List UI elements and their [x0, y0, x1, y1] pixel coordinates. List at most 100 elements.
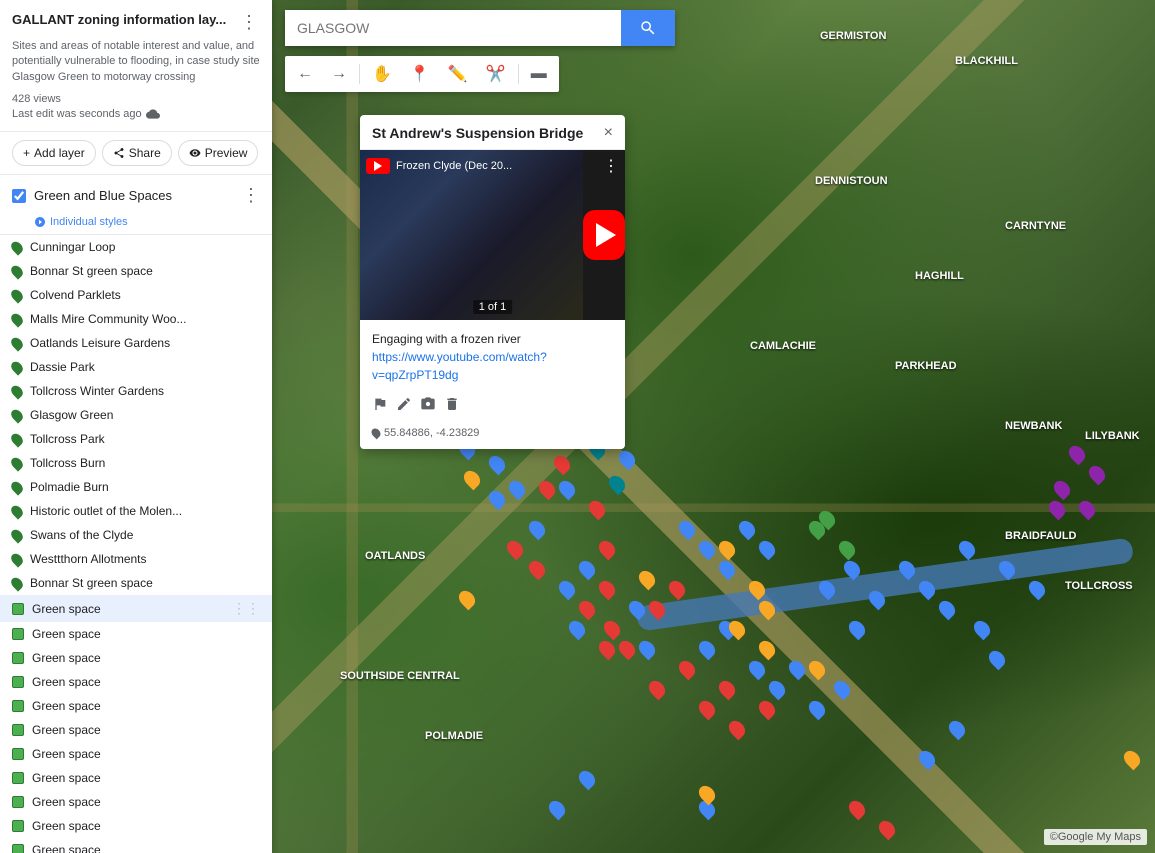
item-icon-square: [12, 748, 24, 760]
item-icon-square: [12, 652, 24, 664]
popup-link[interactable]: https://www.youtube.com/watch?v=qpZrpPT1…: [372, 350, 547, 382]
item-icon-pin: [9, 479, 25, 495]
layer-header: Green and Blue Spaces ⋮: [0, 175, 272, 216]
search-input[interactable]: [285, 10, 621, 46]
list-item[interactable]: Green space: [0, 670, 272, 694]
video-top-bar: Frozen Clyde (Dec 20... ⋮: [366, 156, 619, 176]
list-item[interactable]: Tollcross Park: [0, 427, 272, 451]
toolbar-draw-btn[interactable]: ✏️: [440, 60, 476, 88]
sidebar-views-row: 428 views: [12, 93, 260, 105]
item-icon-square: [12, 700, 24, 712]
popup-flag-button[interactable]: [372, 396, 388, 417]
list-item[interactable]: Glasgow Green: [0, 403, 272, 427]
list-item-selected[interactable]: Green space ⋮⋮: [0, 595, 272, 622]
drag-handle-icon[interactable]: ⋮⋮: [232, 600, 260, 617]
list-item[interactable]: Tollcross Burn: [0, 451, 272, 475]
preview-button[interactable]: Preview: [178, 140, 259, 166]
cloud-icon: [146, 107, 160, 121]
sidebar: GALLANT zoning information lay... ⋮ Site…: [0, 0, 272, 853]
sidebar-more-button[interactable]: ⋮: [238, 12, 260, 33]
list-item[interactable]: Tollcross Winter Gardens: [0, 379, 272, 403]
toolbar-marker-btn[interactable]: 📍: [402, 60, 438, 88]
toolbar-fwd-btn[interactable]: →: [323, 61, 355, 87]
sidebar-header: GALLANT zoning information lay... ⋮ Site…: [0, 0, 272, 132]
list-item[interactable]: Polmadie Burn: [0, 475, 272, 499]
sidebar-last-edit: Last edit was seconds ago: [12, 108, 142, 120]
list-item[interactable]: Green space: [0, 718, 272, 742]
popup-delete-button[interactable]: [444, 396, 460, 417]
item-icon-pin: [9, 383, 25, 399]
add-layer-button[interactable]: + Add layer: [12, 140, 96, 166]
toolbar-separator-1: [359, 64, 360, 84]
sidebar-title: GALLANT zoning information lay...: [12, 12, 230, 29]
item-icon-square: [12, 628, 24, 640]
popup-close-button[interactable]: ×: [604, 125, 613, 141]
sidebar-edit-row: Last edit was seconds ago: [12, 107, 260, 121]
toolbar-hand-btn[interactable]: ✋: [364, 60, 400, 88]
list-item[interactable]: Green space: [0, 694, 272, 718]
popup-camera-button[interactable]: [420, 396, 436, 417]
play-triangle-icon: [596, 223, 616, 247]
item-icon-pin: [9, 575, 25, 591]
layer-more-button[interactable]: ⋮: [242, 185, 260, 206]
youtube-logo: [366, 158, 390, 174]
item-icon-square: [12, 820, 24, 832]
popup-edit-button[interactable]: [396, 396, 412, 417]
layer-style[interactable]: Individual styles: [0, 216, 272, 234]
layer-section: Green and Blue Spaces ⋮ Individual style…: [0, 175, 272, 235]
sidebar-title-row: GALLANT zoning information lay... ⋮: [12, 12, 260, 33]
item-icon-pin: [9, 455, 25, 471]
map-toolbar: ← → ✋ 📍 ✏️ ✂️ ▬: [285, 56, 559, 92]
toolbar-ruler-btn[interactable]: ▬: [523, 61, 555, 87]
search-input-wrap: [285, 10, 675, 46]
video-play-button[interactable]: [583, 210, 625, 260]
list-item[interactable]: Swans of the Clyde: [0, 523, 272, 547]
list-item[interactable]: Green space: [0, 790, 272, 814]
sidebar-views: 428 views: [12, 93, 61, 105]
list-item[interactable]: Green space: [0, 838, 272, 853]
layer-checkbox[interactable]: [12, 189, 26, 203]
video-title: Frozen Clyde (Dec 20...: [396, 160, 597, 172]
list-item[interactable]: Green space: [0, 814, 272, 838]
item-icon-square: [12, 603, 24, 615]
video-counter: 1 of 1: [473, 300, 513, 314]
list-item[interactable]: Green space: [0, 646, 272, 670]
video-more-button[interactable]: ⋮: [603, 156, 619, 176]
list-item[interactable]: Cunningar Loop: [0, 235, 272, 259]
layer-style-label: Individual styles: [50, 216, 128, 228]
item-icon-pin: [9, 407, 25, 423]
item-icon-pin: [9, 335, 25, 351]
item-icon-pin: [9, 527, 25, 543]
trash-icon: [444, 396, 460, 412]
popup-actions: [360, 390, 625, 423]
camera-icon: [420, 396, 436, 412]
flag-icon: [372, 396, 388, 412]
sidebar-meta: 428 views Last edit was seconds ago: [12, 93, 260, 121]
youtube-play-icon: [374, 161, 382, 171]
item-icon-pin: [9, 263, 25, 279]
list-item[interactable]: Oatlands Leisure Gardens: [0, 331, 272, 355]
list-item[interactable]: Colvend Parklets: [0, 283, 272, 307]
list-item[interactable]: Green space: [0, 766, 272, 790]
toolbar-separator-2: [518, 64, 519, 84]
popup-video-area[interactable]: Frozen Clyde (Dec 20... ⋮ 1 of 1: [360, 150, 625, 320]
list-item[interactable]: Dassie Park: [0, 355, 272, 379]
toolbar-back-btn[interactable]: ←: [289, 61, 321, 87]
sidebar-actions: + Add layer Share Preview: [0, 132, 272, 175]
list-item[interactable]: Green space: [0, 742, 272, 766]
list-item[interactable]: Westtthorn Allotments: [0, 547, 272, 571]
list-item[interactable]: Bonnar St green space: [0, 259, 272, 283]
share-button[interactable]: Share: [102, 140, 172, 166]
list-item[interactable]: Green space: [0, 622, 272, 646]
search-icon: [639, 19, 657, 37]
item-icon-pin: [9, 239, 25, 255]
popup-header: St Andrew's Suspension Bridge ×: [360, 115, 625, 150]
search-button[interactable]: [621, 10, 675, 46]
layer-items-list: Cunningar Loop Bonnar St green space Col…: [0, 235, 272, 853]
toolbar-cut-btn[interactable]: ✂️: [478, 60, 514, 88]
list-item[interactable]: Bonnar St green space: [0, 571, 272, 595]
sidebar-description: Sites and areas of notable interest and …: [12, 39, 260, 85]
search-bar: [285, 10, 1155, 46]
list-item[interactable]: Malls Mire Community Woo...: [0, 307, 272, 331]
list-item[interactable]: Historic outlet of the Molen...: [0, 499, 272, 523]
